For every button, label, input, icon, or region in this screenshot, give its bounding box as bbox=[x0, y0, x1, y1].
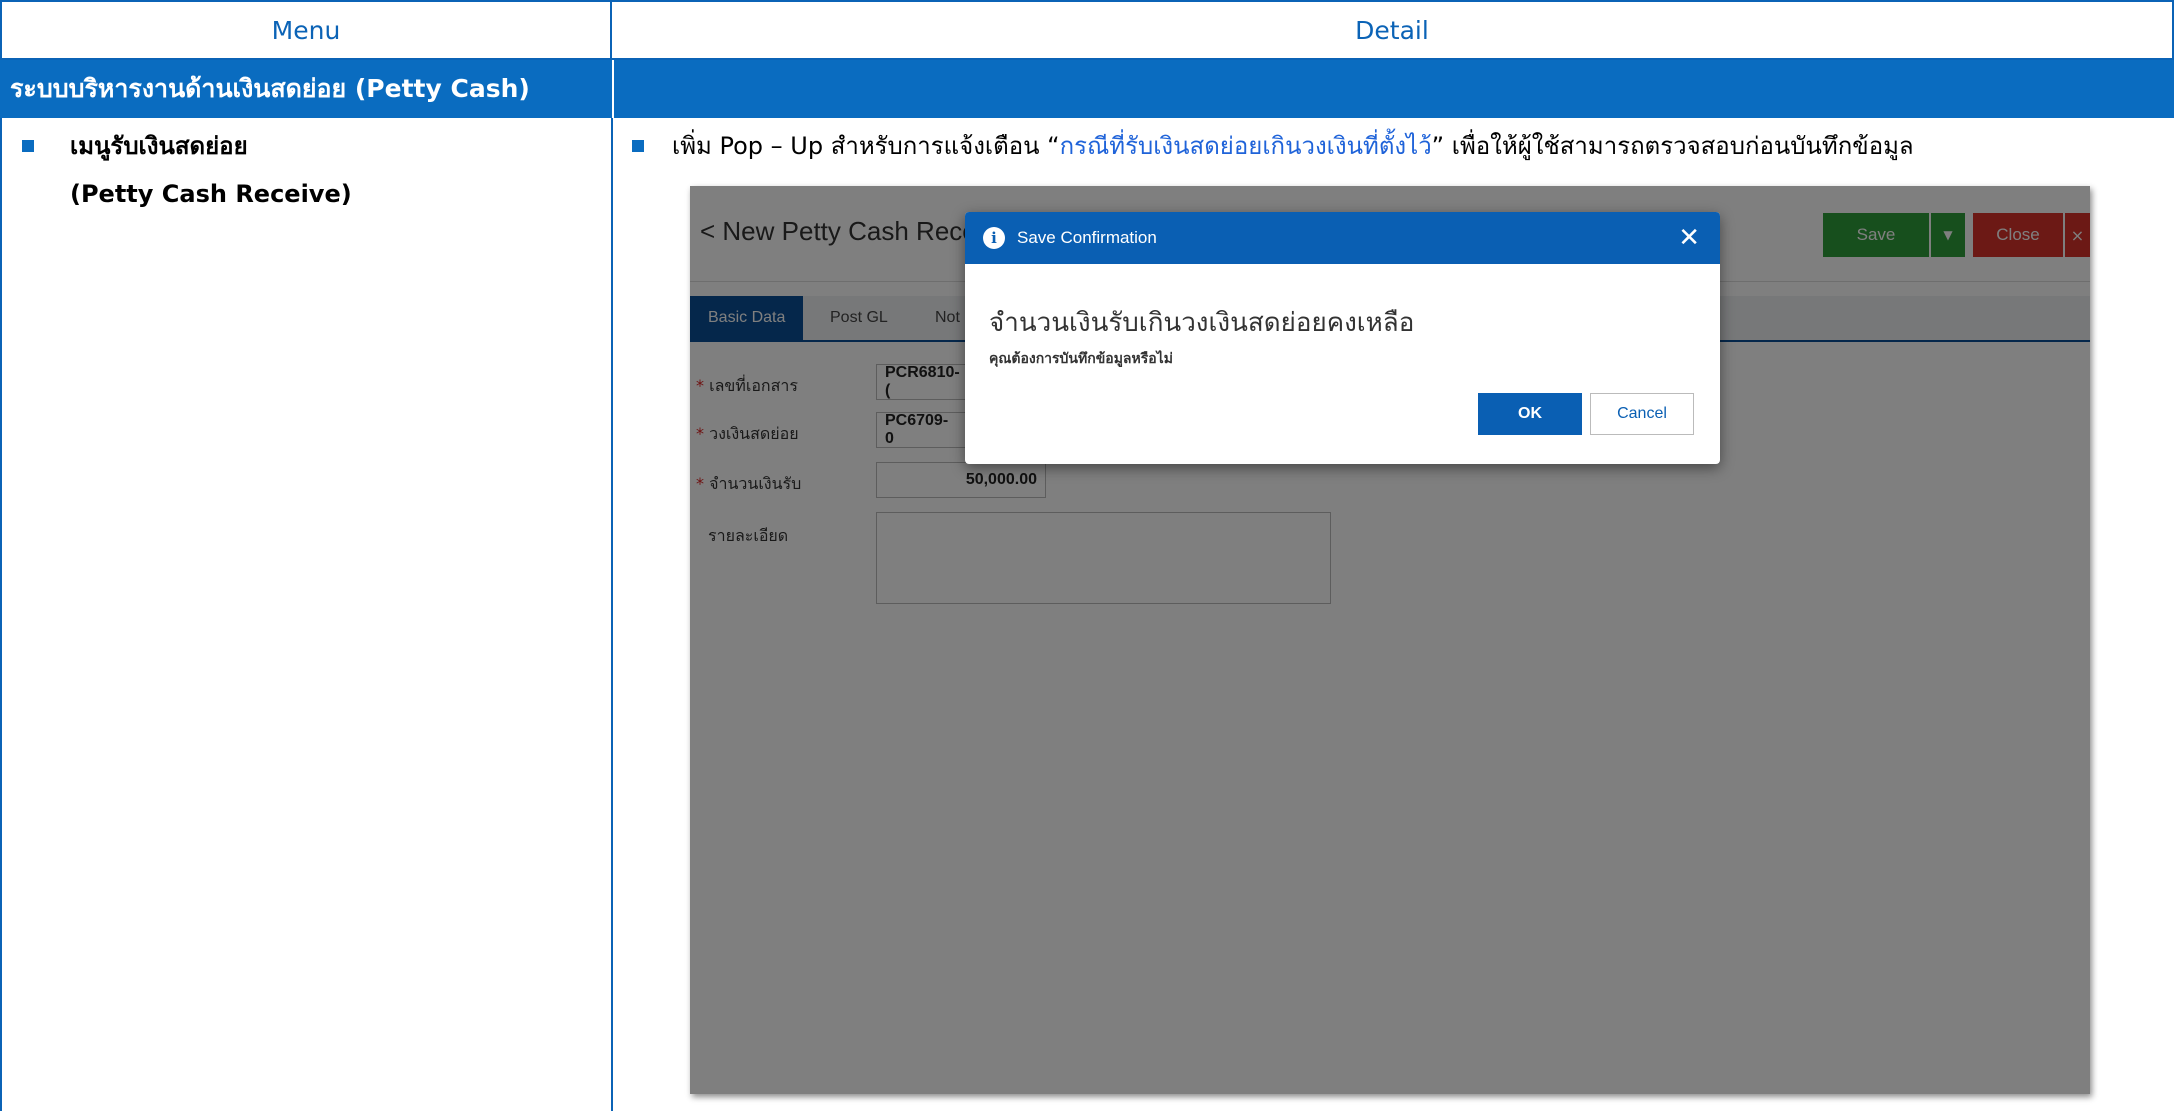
bullet-icon bbox=[22, 139, 34, 152]
dialog-message: จำนวนเงินรับเกินวงเงินสดย่อยคงเหลือ bbox=[989, 308, 1415, 338]
left-border bbox=[0, 118, 2, 1111]
menu-column-header: Menu bbox=[0, 0, 612, 60]
menu-item-title: เมนูรับเงินสดย่อย bbox=[70, 132, 248, 160]
menu-header-label: Menu bbox=[271, 15, 341, 45]
dialog-header: i Save Confirmation ✕ bbox=[965, 212, 1720, 264]
detail-header-label: Detail bbox=[1355, 15, 1429, 45]
app-screenshot: < New Petty Cash Rece Save ▼ Close × Bas… bbox=[690, 186, 2090, 1094]
detail-suffix: ” เพื่อให้ผู้ใช้สามารถตรวจสอบก่อนบันทึกข… bbox=[1431, 132, 1914, 160]
detail-prefix: เพิ่ม Pop – Up สำหรับการแจ้งเตือน “ bbox=[672, 132, 1060, 160]
save-confirmation-dialog: i Save Confirmation ✕ จำนวนเงินรับเกินวง… bbox=[965, 212, 1720, 464]
section-title-bar: ระบบบริหารงานด้านเงินสดย่อย (Petty Cash) bbox=[0, 60, 2174, 118]
dialog-title: Save Confirmation bbox=[1017, 228, 1157, 247]
dialog-close-icon[interactable]: ✕ bbox=[1678, 222, 1700, 253]
detail-column-header: Detail bbox=[612, 0, 2174, 60]
menu-item-subtitle: (Petty Cash Receive) bbox=[70, 180, 352, 208]
info-icon: i bbox=[983, 227, 1005, 249]
dialog-sub-message: คุณต้องการบันทึกข้อมูลหรือไม่ bbox=[989, 351, 1173, 367]
cancel-button[interactable]: Cancel bbox=[1590, 393, 1694, 435]
menu-item: เมนูรับเงินสดย่อย bbox=[22, 126, 248, 165]
column-divider bbox=[611, 118, 613, 1111]
ok-button[interactable]: OK bbox=[1478, 393, 1582, 435]
section-divider bbox=[612, 60, 614, 118]
detail-highlight: กรณีที่รับเงินสดย่อยเกินวงเงินที่ตั้งไว้ bbox=[1059, 132, 1432, 160]
bullet-icon bbox=[632, 139, 644, 152]
section-title: ระบบบริหารงานด้านเงินสดย่อย (Petty Cash) bbox=[10, 74, 530, 103]
detail-description: เพิ่ม Pop – Up สำหรับการแจ้งเตือน “กรณีท… bbox=[632, 126, 1914, 165]
